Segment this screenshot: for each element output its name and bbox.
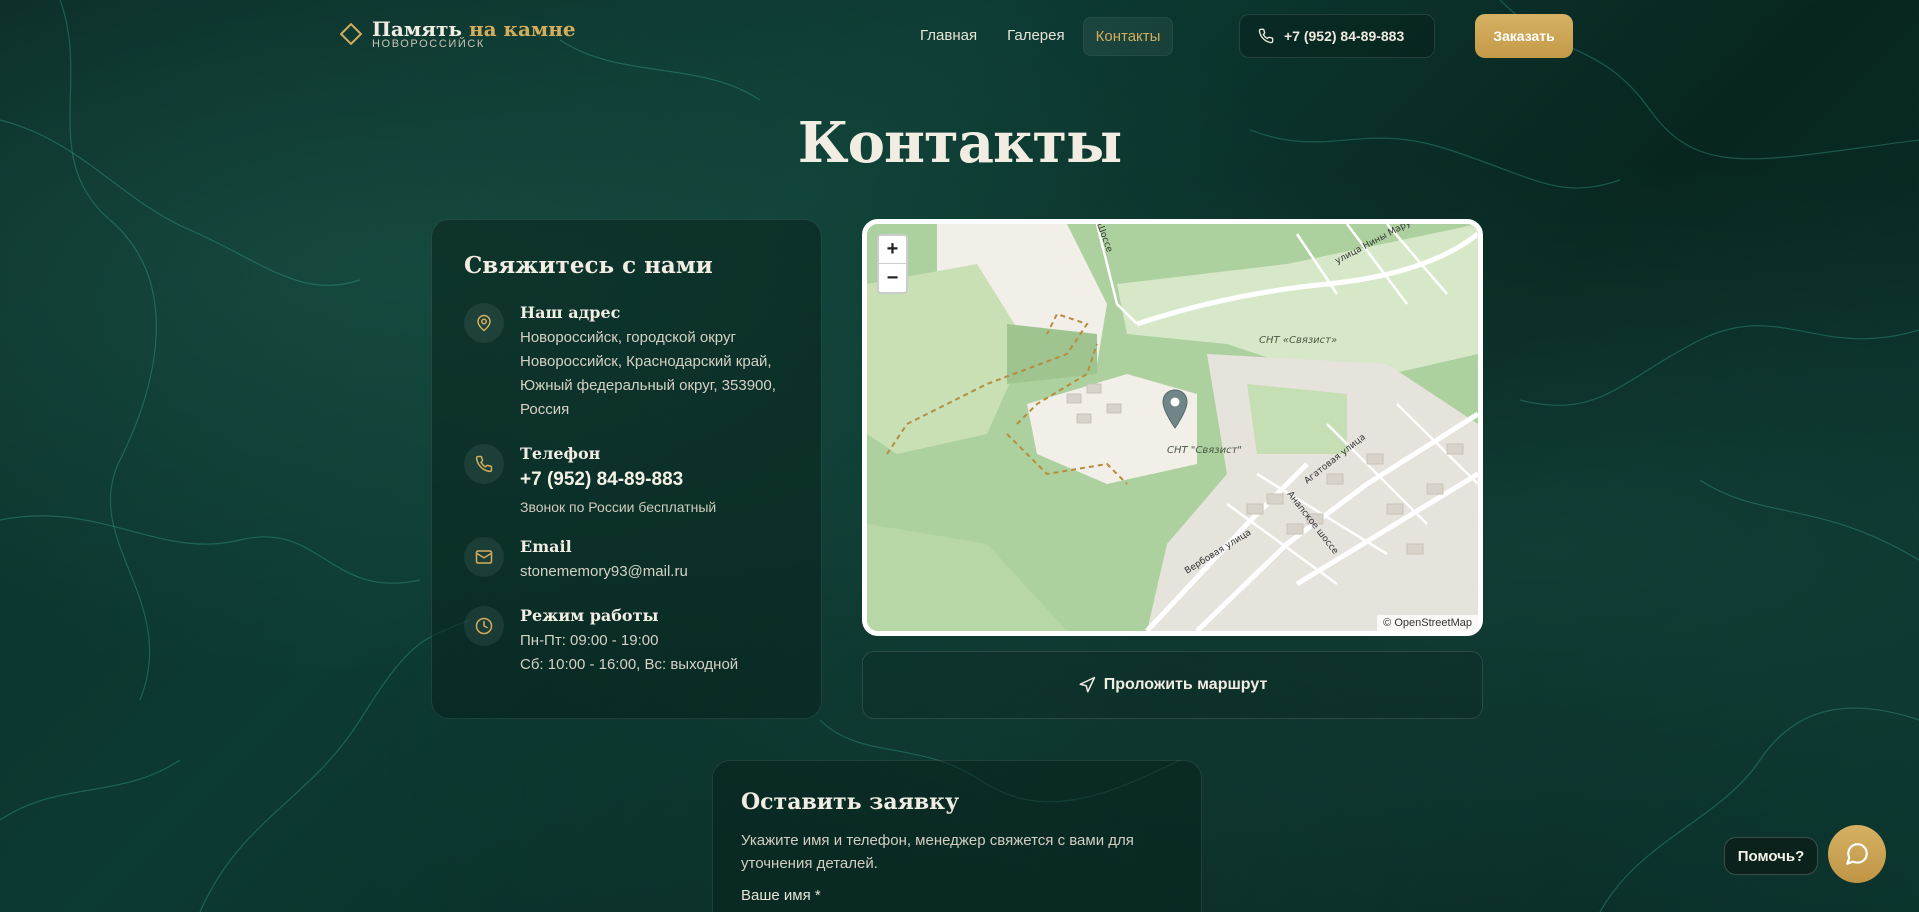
hours-weekdays: Пн-Пт: 09:00 - 19:00 — [520, 632, 659, 649]
navigation-arrow-icon — [1079, 676, 1095, 693]
phone-link[interactable]: +7 (952) 84-89-883 — [520, 469, 683, 490]
zoom-out-button[interactable]: − — [879, 264, 906, 292]
address-block: Наш адрес Новороссийск, городской округ … — [464, 303, 789, 422]
help-button[interactable]: Помочь? — [1724, 837, 1818, 875]
page-title: Контакты — [797, 110, 1123, 176]
header-phone-button[interactable]: +7 (952) 84-89-883 — [1239, 14, 1435, 58]
phone-title: Телефон — [520, 444, 601, 463]
header-phone-label: +7 (952) 84-89-883 — [1284, 28, 1405, 44]
site-header: Память на камне НОВОРОССИЙСК Главная Гал… — [0, 0, 1919, 72]
contact-card: Свяжитесь с нами Наш адрес Новороссийск,… — [431, 219, 822, 719]
zoom-in-button[interactable]: + — [879, 236, 906, 264]
contact-card-title: Свяжитесь с нами — [464, 252, 713, 279]
nav-home[interactable]: Главная — [908, 17, 989, 56]
address-title: Наш адрес — [520, 303, 621, 322]
phone-icon — [1258, 28, 1274, 44]
mail-icon — [464, 537, 504, 577]
address-text: Новороссийск, городской округ Новороссий… — [520, 329, 776, 418]
clock-icon — [464, 606, 504, 646]
nav-gallery[interactable]: Галерея — [995, 17, 1077, 56]
map-pin-icon — [464, 303, 504, 343]
request-form: Оставить заявку Укажите имя и телефон, м… — [712, 760, 1202, 912]
location-marker-icon[interactable] — [1162, 389, 1188, 429]
map-zoom-controls: + − — [877, 234, 908, 294]
name-field-label: Ваше имя * — [741, 887, 821, 904]
phone-block: Телефон +7 (952) 84-89-883 Звонок по Рос… — [464, 444, 789, 515]
location-map[interactable]: СНТ «Связист» СНТ "Связист" улица Нины М… — [862, 219, 1483, 636]
build-route-button[interactable]: Проложить маршрут — [862, 651, 1483, 719]
chat-bubble-icon — [1846, 843, 1868, 865]
email-link[interactable]: stonememory93@mail.ru — [520, 563, 688, 580]
logo-title: Память на камне — [372, 17, 576, 41]
map-attribution[interactable]: © OpenStreetMap — [1377, 615, 1478, 631]
email-block: Email stonememory93@mail.ru — [464, 537, 789, 584]
request-form-description: Укажите имя и телефон, менеджер свяжется… — [741, 832, 1134, 872]
map-label-snt-1: СНТ «Связист» — [1259, 335, 1337, 346]
phone-note: Звонок по России бесплатный — [520, 499, 717, 515]
request-form-title: Оставить заявку — [741, 789, 960, 815]
hours-weekend: Сб: 10:00 - 16:00, Вс: выходной — [520, 656, 739, 673]
order-button[interactable]: Заказать — [1475, 14, 1573, 58]
phone-icon — [464, 444, 504, 484]
main-nav: Главная Галерея Контакты — [908, 17, 1174, 56]
chat-button[interactable] — [1828, 825, 1886, 883]
nav-contacts[interactable]: Контакты — [1082, 17, 1174, 56]
site-logo[interactable]: Память на камне НОВОРОССИЙСК — [340, 18, 576, 50]
hours-title: Режим работы — [520, 606, 659, 625]
hours-block: Режим работы Пн-Пт: 09:00 - 19:00 Сб: 10… — [464, 606, 789, 677]
diamond-logo-icon — [340, 23, 362, 45]
map-label-snt-2: СНТ "Связист" — [1167, 445, 1242, 456]
build-route-label: Проложить маршрут — [1103, 676, 1268, 693]
email-title: Email — [520, 537, 572, 556]
